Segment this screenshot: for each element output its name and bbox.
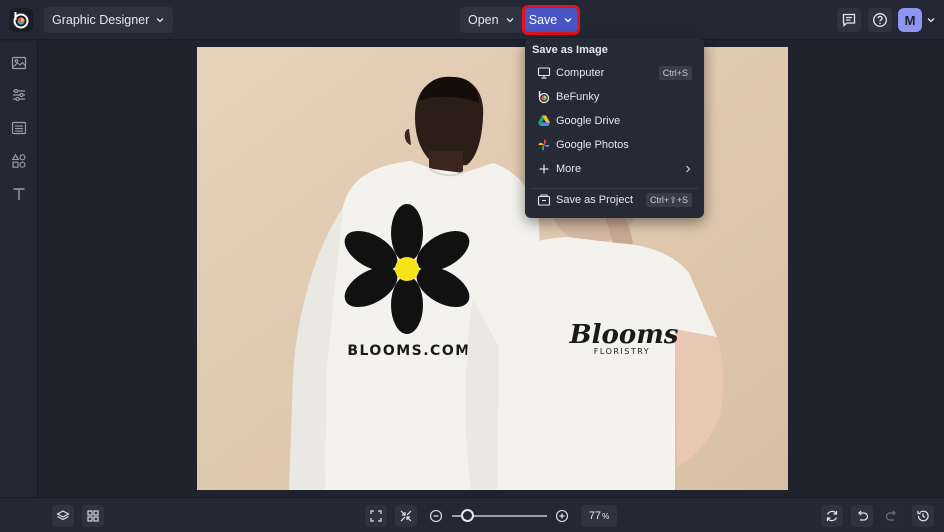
save-label: Save (528, 13, 558, 27)
shortcut-badge: Ctrl+⇧+S (645, 193, 692, 207)
sidebar-item-graphics[interactable] (9, 151, 29, 171)
menu-item-computer[interactable]: Computer Ctrl+S (525, 61, 704, 85)
app-mode-dropdown[interactable]: Graphic Designer (44, 7, 174, 33)
fit-to-screen-button[interactable] (365, 505, 387, 527)
menu-item-label: Google Drive (556, 115, 621, 127)
chevron-down-icon[interactable] (926, 15, 936, 25)
zoom-in-icon[interactable] (555, 509, 569, 523)
menu-item-more[interactable]: More (525, 157, 704, 181)
zoom-slider-handle[interactable] (461, 509, 474, 522)
befunky-icon (537, 90, 551, 104)
menu-item-label: Save as Project (556, 194, 634, 206)
menu-item-befunky[interactable]: BeFunky (525, 85, 704, 109)
shirt-text-blooms-com: BLOOMS.COM (347, 343, 470, 359)
redo-icon (885, 510, 896, 521)
shirt-logo-sub: FLORISTRY (594, 347, 650, 356)
refresh-button[interactable] (821, 505, 843, 527)
menu-item-google-drive[interactable]: Google Drive (525, 109, 704, 133)
refresh-icon (826, 510, 838, 522)
top-toolbar: Graphic Designer Open Save M (0, 0, 944, 40)
save-menu-heading: Save as Image (532, 44, 608, 56)
avatar[interactable]: M (898, 8, 922, 32)
redo-button[interactable] (881, 505, 903, 527)
text-icon (13, 188, 25, 200)
sidebar-item-edit[interactable] (9, 85, 29, 105)
plus-icon (537, 162, 551, 176)
save-menu: Save as Image Computer Ctrl+S BeFunky Go… (525, 38, 704, 218)
menu-item-label: BeFunky (556, 91, 600, 103)
help-button[interactable] (868, 8, 892, 32)
layout-icon (11, 121, 27, 135)
actual-size-button[interactable] (395, 505, 417, 527)
layers-icon (56, 510, 70, 521)
undo-icon (858, 510, 869, 521)
comment-icon (842, 13, 856, 27)
menu-item-label: Google Photos (556, 139, 629, 151)
left-sidebar (0, 41, 38, 497)
shrink-icon (400, 510, 412, 522)
sidebar-item-image-manager[interactable] (9, 53, 29, 73)
computer-icon (537, 66, 551, 80)
befunky-logo-icon (13, 12, 29, 29)
help-icon (873, 13, 887, 27)
google-drive-icon (537, 114, 551, 128)
layers-button[interactable] (52, 505, 74, 527)
shortcut-badge: Ctrl+S (658, 66, 692, 80)
chevron-down-icon (156, 18, 164, 23)
chevron-right-icon (686, 165, 691, 173)
open-label: Open (468, 13, 499, 27)
menu-item-save-as-project[interactable]: Save as Project Ctrl+⇧+S (525, 188, 704, 212)
grid-icon (87, 510, 99, 522)
menu-item-google-photos[interactable]: Google Photos (525, 133, 704, 157)
sliders-icon (13, 88, 25, 102)
menu-item-label: Computer (556, 67, 605, 79)
zoom-out-icon[interactable] (429, 509, 443, 523)
shapes-icon (11, 153, 26, 168)
zoom-level-input[interactable]: 77% (581, 505, 617, 527)
open-button[interactable]: Open (460, 7, 523, 33)
befunky-logo-button[interactable] (9, 8, 33, 32)
shirt-logo-script: Blooms (569, 320, 679, 350)
menu-item-label: More (556, 163, 582, 175)
comments-button[interactable] (837, 8, 861, 32)
expand-icon (370, 510, 382, 522)
bottom-toolbar: 77% (0, 497, 944, 532)
history-button[interactable] (912, 505, 934, 527)
project-icon (537, 193, 551, 207)
chevron-down-icon (506, 18, 514, 23)
save-button[interactable]: Save (522, 5, 580, 35)
chevron-down-icon (564, 18, 572, 23)
history-icon (917, 510, 929, 522)
grid-view-button[interactable] (82, 505, 104, 527)
zoom-unit: % (602, 511, 610, 521)
zoom-value: 77 (588, 510, 602, 522)
google-photos-icon (537, 138, 551, 152)
avatar-initial: M (904, 12, 916, 28)
sidebar-item-templates[interactable] (9, 118, 29, 138)
image-icon (11, 56, 27, 70)
app-mode-label: Graphic Designer (52, 13, 150, 27)
undo-button[interactable] (851, 505, 873, 527)
sidebar-item-text[interactable] (9, 184, 29, 204)
